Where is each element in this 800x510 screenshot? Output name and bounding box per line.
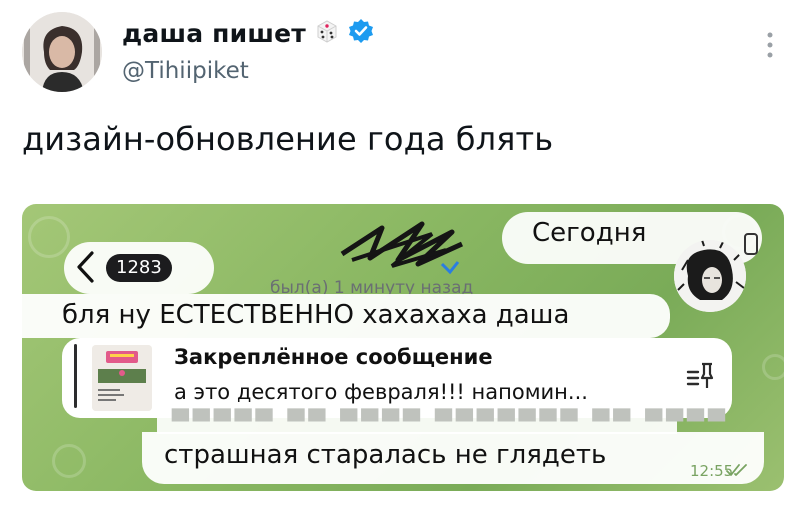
pinned-thumbnail <box>92 345 152 411</box>
display-name[interactable]: даша пишет <box>122 19 306 48</box>
pinned-indicator-bar <box>74 344 77 408</box>
double-check-icon <box>726 462 750 481</box>
chevron-left-icon[interactable] <box>74 250 96 288</box>
tweet-text: дизайн-обновление года блять <box>22 120 554 158</box>
pin-corner-icon <box>742 232 762 262</box>
wallpaper-doodle <box>52 444 86 478</box>
author-avatar[interactable] <box>22 12 102 92</box>
pinned-list-icon[interactable] <box>686 360 714 396</box>
message-text: страшная старалась не глядеть <box>164 440 607 470</box>
date-chip-label: Сегодня <box>532 218 647 248</box>
die-icon <box>314 18 340 48</box>
pinned-title: Закреплённое сообщение <box>174 345 493 369</box>
wallpaper-doodle <box>762 354 784 380</box>
unread-count-badge[interactable]: 1283 <box>106 254 172 282</box>
wallpaper-doodle <box>28 216 70 258</box>
message-text: бля ну ЕСТЕСТВЕННО хахахаха даша <box>62 300 570 330</box>
author-handle[interactable]: @Tihiipiket <box>122 58 249 84</box>
more-options-icon[interactable] <box>766 30 774 64</box>
chat-profile-picture[interactable] <box>674 240 746 312</box>
author-name-row: даша пишет <box>122 18 374 48</box>
pinned-preview: а это десятого февраля!!! напомин... <box>174 380 588 404</box>
avatar-photo <box>22 12 102 92</box>
verified-badge-icon <box>348 18 374 48</box>
tweet-media-image[interactable]: Сегодня 1283 был(а) 1 минуту назад бля н… <box>22 204 784 491</box>
redacted-name-scribble <box>322 214 472 282</box>
